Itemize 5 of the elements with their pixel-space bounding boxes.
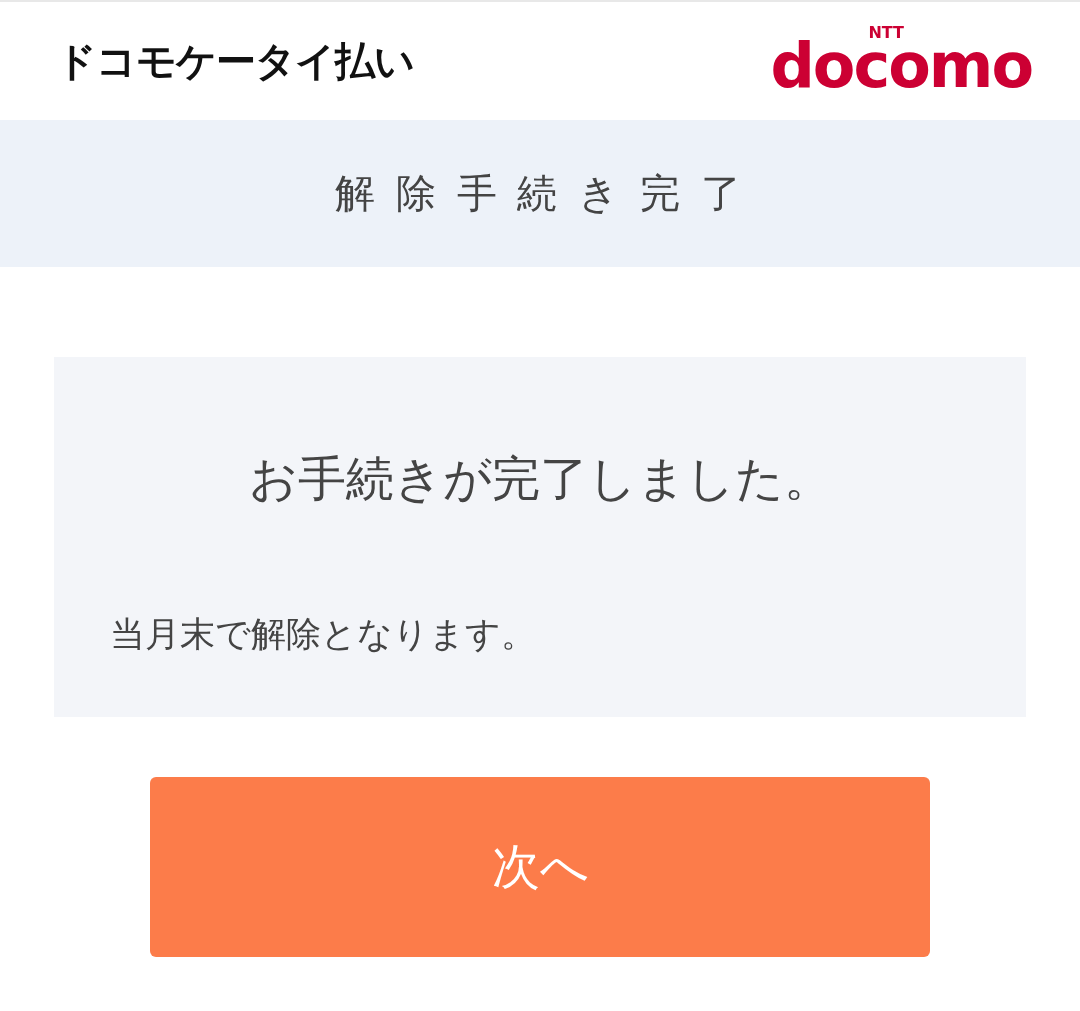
message-body: 当月末で解除となります。: [110, 613, 537, 656]
page-title: 解 除 手 続 き 完 了: [335, 169, 745, 218]
next-button[interactable]: 次へ: [150, 777, 930, 957]
message-heading: お手続きが完了しました。: [247, 449, 833, 508]
service-name: ドコモケータイ払い: [56, 36, 414, 86]
